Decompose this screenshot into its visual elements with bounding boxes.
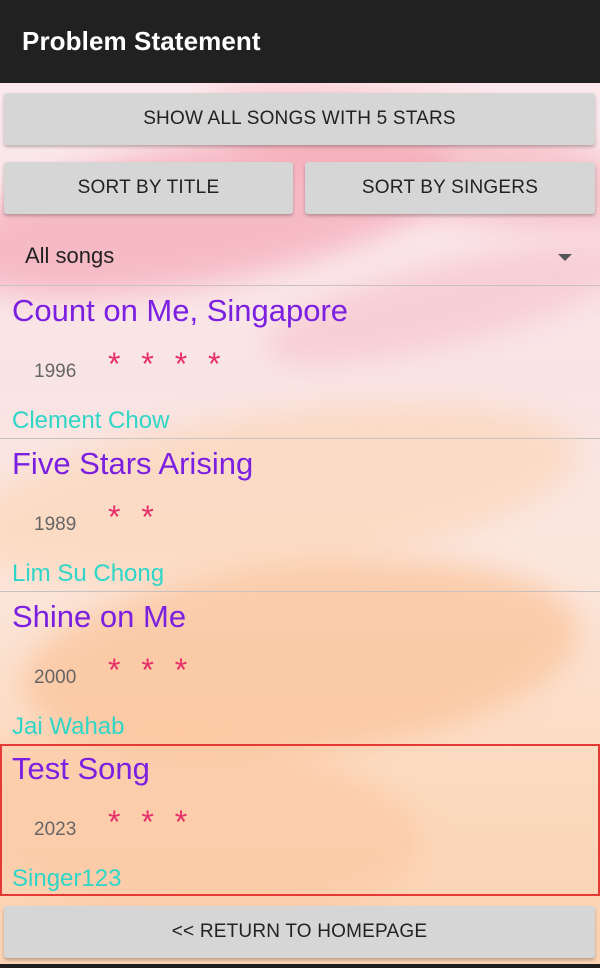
sort-by-title-button[interactable]: SORT BY TITLE (4, 162, 293, 214)
song-list-item[interactable]: Shine on Me 2000 * * * Jai Wahab (0, 592, 600, 744)
song-singer: Clement Chow (12, 407, 170, 434)
song-title: Five Stars Arising (12, 446, 254, 481)
sort-by-singers-button[interactable]: SORT BY SINGERS (305, 162, 595, 214)
song-list-item-selected[interactable]: Test Song 2023 * * * Singer123 (0, 744, 600, 896)
show-five-stars-button[interactable]: SHOW ALL SONGS WITH 5 STARS (4, 93, 595, 145)
song-list-item[interactable]: Count on Me, Singapore 1996 * * * * Clem… (0, 286, 600, 438)
song-singer: Lim Su Chong (12, 560, 165, 587)
song-list-item[interactable]: Five Stars Arising 1989 * * Lim Su Chong (0, 439, 600, 591)
song-year: 2023 (34, 819, 77, 840)
song-filter-dropdown[interactable]: All songs (0, 232, 600, 282)
song-singer: Jai Wahab (12, 713, 125, 740)
song-title: Shine on Me (12, 599, 187, 634)
song-title: Test Song (12, 751, 150, 786)
song-year: 2000 (34, 667, 77, 688)
song-list[interactable]: Count on Me, Singapore 1996 * * * * Clem… (0, 285, 600, 896)
return-homepage-button[interactable]: << RETURN TO HOMEPAGE (4, 906, 595, 958)
app-title: Problem Statement (22, 26, 261, 56)
song-singer: Singer123 (12, 865, 122, 892)
app-bar: Problem Statement (0, 0, 600, 83)
song-stars: * * * (108, 804, 194, 840)
song-stars: * * * (108, 652, 194, 688)
song-stars: * * * * (108, 346, 227, 382)
song-title: Count on Me, Singapore (12, 293, 349, 328)
song-year: 1989 (34, 514, 77, 535)
dropdown-arrow-icon (558, 254, 572, 261)
song-stars: * * (108, 499, 160, 535)
song-year: 1996 (34, 361, 77, 382)
bottom-edge (0, 964, 600, 968)
dropdown-selected-value: All songs (25, 243, 115, 268)
